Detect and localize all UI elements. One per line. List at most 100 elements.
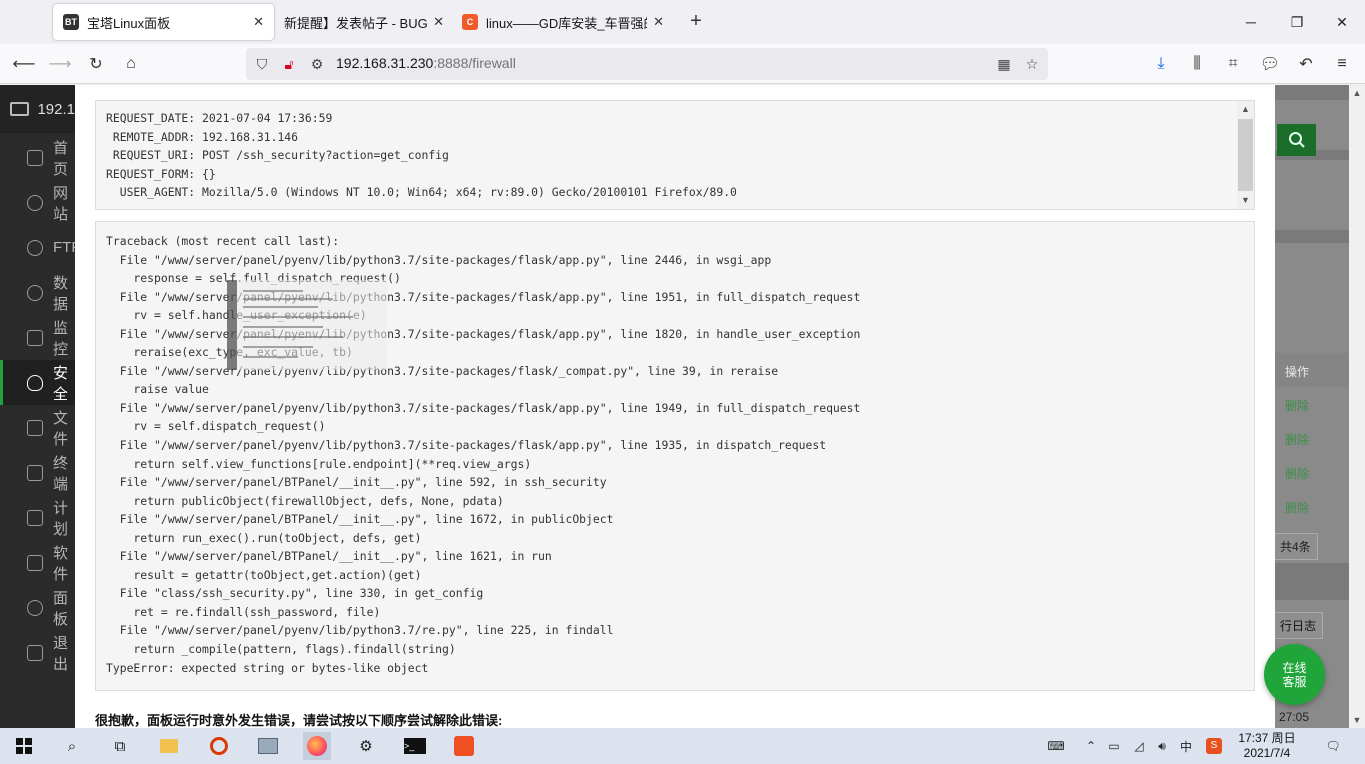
xmind-app-icon[interactable] xyxy=(450,732,478,760)
traceback-line: return run_exec().run(toObject, defs, ge… xyxy=(106,530,422,545)
minimize-icon[interactable]: ─ xyxy=(1236,8,1266,36)
traceback-line: response = self.full_dispatch_request() xyxy=(106,271,401,286)
delete-link[interactable]: 删除 xyxy=(1285,397,1309,414)
system-clock[interactable]: 17:37 周日 2021/7/4 xyxy=(1238,731,1296,761)
network-icon[interactable]: ◿ xyxy=(1130,737,1148,755)
online-support-button[interactable]: 在线 客服 xyxy=(1264,644,1325,705)
traceback-line: File "/www/server/panel/pyenv/lib/python… xyxy=(106,363,779,378)
search-button[interactable] xyxy=(1277,124,1316,156)
settings-gear-icon[interactable]: ⚙ xyxy=(352,732,380,760)
undo-icon[interactable]: ↶ xyxy=(1294,52,1318,76)
restore-icon[interactable]: ❐ xyxy=(1282,8,1312,36)
close-window-icon[interactable]: ✕ xyxy=(1327,8,1357,36)
paint-icon[interactable] xyxy=(205,732,233,760)
forward-icon[interactable]: ⟶ xyxy=(48,52,72,76)
search-card xyxy=(1275,100,1349,156)
download-icon[interactable]: ⤓ xyxy=(1149,52,1173,76)
windows-start-icon[interactable] xyxy=(10,732,38,760)
close-icon[interactable]: ✕ xyxy=(253,14,264,30)
traceback-line: File "/www/server/panel/pyenv/lib/python… xyxy=(106,326,861,341)
permissions-icon[interactable]: ⚙ xyxy=(307,54,327,74)
delete-link[interactable]: 删除 xyxy=(1285,465,1309,482)
sidebar-item-software[interactable]: 软件 xyxy=(0,540,75,585)
chat-icon[interactable]: 💬︎ xyxy=(1258,52,1282,76)
chevron-up-icon[interactable]: ⌃ xyxy=(1082,737,1100,755)
firefox-icon[interactable] xyxy=(303,732,331,760)
qr-code-icon[interactable]: ▦ xyxy=(994,54,1014,74)
scroll-up-icon[interactable]: ▲ xyxy=(1349,85,1365,101)
sidebar-item-ftp[interactable]: FTP xyxy=(0,225,81,270)
terminal-icon[interactable]: >_ xyxy=(401,732,429,760)
delete-link[interactable]: 删除 xyxy=(1285,431,1309,448)
keyboard-icon[interactable]: ⌨ xyxy=(1045,737,1067,755)
battery-icon[interactable]: ▭ xyxy=(1105,737,1123,755)
tab-linux-gd[interactable]: C linux——GD库安装_车晋强的 ✕ xyxy=(452,4,674,40)
page-scrollbar[interactable]: ▲ ▼ xyxy=(1349,85,1365,728)
tab-title: 新提醒】发表帖子 - BUG提交 xyxy=(284,15,428,31)
sidebar-item-settings[interactable]: 面板 xyxy=(0,585,75,630)
sidebar-item-files[interactable]: 文件 xyxy=(0,405,75,450)
traceback-line: File "/www/server/panel/pyenv/lib/python… xyxy=(106,289,861,304)
sidebar-item-cron[interactable]: 计划 xyxy=(0,495,75,540)
sidebar-header: 192.1 xyxy=(0,85,75,133)
reload-icon[interactable]: ↻ xyxy=(84,52,108,76)
csdn-favicon-icon: C xyxy=(462,14,478,30)
scroll-down-icon[interactable]: ▼ xyxy=(1349,712,1365,728)
run-log-button[interactable]: 行日志 xyxy=(1273,612,1324,639)
ime-indicator[interactable]: 中 xyxy=(1177,737,1195,755)
sidebar-item-monitor[interactable]: 监控 xyxy=(0,315,75,360)
back-icon[interactable]: ⟵ xyxy=(12,52,36,76)
sidebar-item-database[interactable]: 数据 xyxy=(0,270,75,315)
traceback-line: raise value xyxy=(106,382,209,397)
sidebar-item-home[interactable]: 首页 xyxy=(0,135,75,180)
traceback-line: return publicObject(firewallObject, defs… xyxy=(106,493,504,508)
col-header-actions: 操作 xyxy=(1285,365,1310,379)
tab-title: 宝塔Linux面板 xyxy=(87,15,171,31)
close-icon[interactable]: ✕ xyxy=(653,14,664,30)
sidebar-item-logout[interactable]: 退出 xyxy=(0,630,75,675)
task-view-icon[interactable]: ⧉ xyxy=(106,732,134,760)
close-icon[interactable]: ✕ xyxy=(433,14,444,30)
sidebar-item-security[interactable]: 安全 xyxy=(0,360,75,405)
task-manager-icon[interactable] xyxy=(254,732,282,760)
search-icon[interactable]: ⌕ xyxy=(58,732,86,760)
request-line: REQUEST_DATE: 2021-07-04 17:36:59 xyxy=(106,111,333,125)
sidebar-item-terminal[interactable]: 终端 xyxy=(0,450,75,495)
sidebar: 192.1 首页 网站 FTP 数据 监控 安全 文件 终端 计划 软件 面板 … xyxy=(0,85,81,728)
traceback-lines: Traceback (most recent call last): File … xyxy=(106,232,860,677)
menu-icon[interactable]: ≡ xyxy=(1330,52,1354,76)
terminal-icon xyxy=(27,464,43,481)
request-box-scrollbar[interactable]: ▲ ▼ xyxy=(1237,101,1254,209)
url-text[interactable]: 192.168.31.230:8888/firewall xyxy=(336,55,516,71)
shield-icon xyxy=(27,374,43,391)
url-bar[interactable]: ⛉ 🔓︎ ⚙ 192.168.31.230:8888/firewall ▦ ☆ xyxy=(246,48,1048,80)
scroll-up-icon[interactable]: ▲ xyxy=(1237,101,1254,118)
file-explorer-icon[interactable] xyxy=(155,732,183,760)
sogou-ime-icon[interactable]: S xyxy=(1205,737,1223,755)
bt-favicon-icon: BT xyxy=(63,14,79,30)
request-line: REQUEST_URI: POST /ssh_security?action=g… xyxy=(106,148,449,163)
sidebar-item-website[interactable]: 网站 xyxy=(0,180,75,225)
request-info-box[interactable]: REQUEST_DATE: 2021-07-04 17:36:59 REMOTE… xyxy=(95,100,1255,210)
notification-icon[interactable]: 🗨︎ xyxy=(1324,737,1342,755)
delete-link[interactable]: 删除 xyxy=(1285,499,1309,516)
underlying-firewall-content: 操作 删除 删除 删除 删除 共4条 行日志 27:05 xyxy=(1273,85,1349,728)
library-icon[interactable]: ⫼ xyxy=(1185,52,1209,76)
scrollbar-thumb[interactable] xyxy=(1238,119,1253,191)
insecure-lock-icon[interactable]: 🔓︎ xyxy=(279,54,299,74)
screenshot-icon[interactable]: ⌗ xyxy=(1221,52,1245,76)
request-info-lines: REQUEST_DATE: 2021-07-04 17:36:59 REMOTE… xyxy=(106,109,737,202)
scroll-down-icon[interactable]: ▼ xyxy=(1237,192,1254,209)
tab-baota-panel[interactable]: BT 宝塔Linux面板 ✕ xyxy=(53,4,274,40)
volume-icon[interactable]: 🔊︎ xyxy=(1153,737,1171,755)
bookmark-star-icon[interactable]: ☆ xyxy=(1022,54,1042,74)
traceback-line: File "/www/server/panel/pyenv/lib/python… xyxy=(106,623,614,638)
new-tab-button[interactable]: + xyxy=(686,10,706,34)
search-icon xyxy=(1288,132,1305,148)
home-icon[interactable]: ⌂ xyxy=(119,52,143,76)
info-card xyxy=(1275,160,1349,230)
globe-icon xyxy=(27,194,43,211)
tab-bug-report[interactable]: 新提醒】发表帖子 - BUG提交 ✕ xyxy=(274,4,454,40)
shield-icon[interactable]: ⛉ xyxy=(252,54,272,74)
traceback-line: File "class/ssh_security.py", line 330, … xyxy=(106,586,484,601)
